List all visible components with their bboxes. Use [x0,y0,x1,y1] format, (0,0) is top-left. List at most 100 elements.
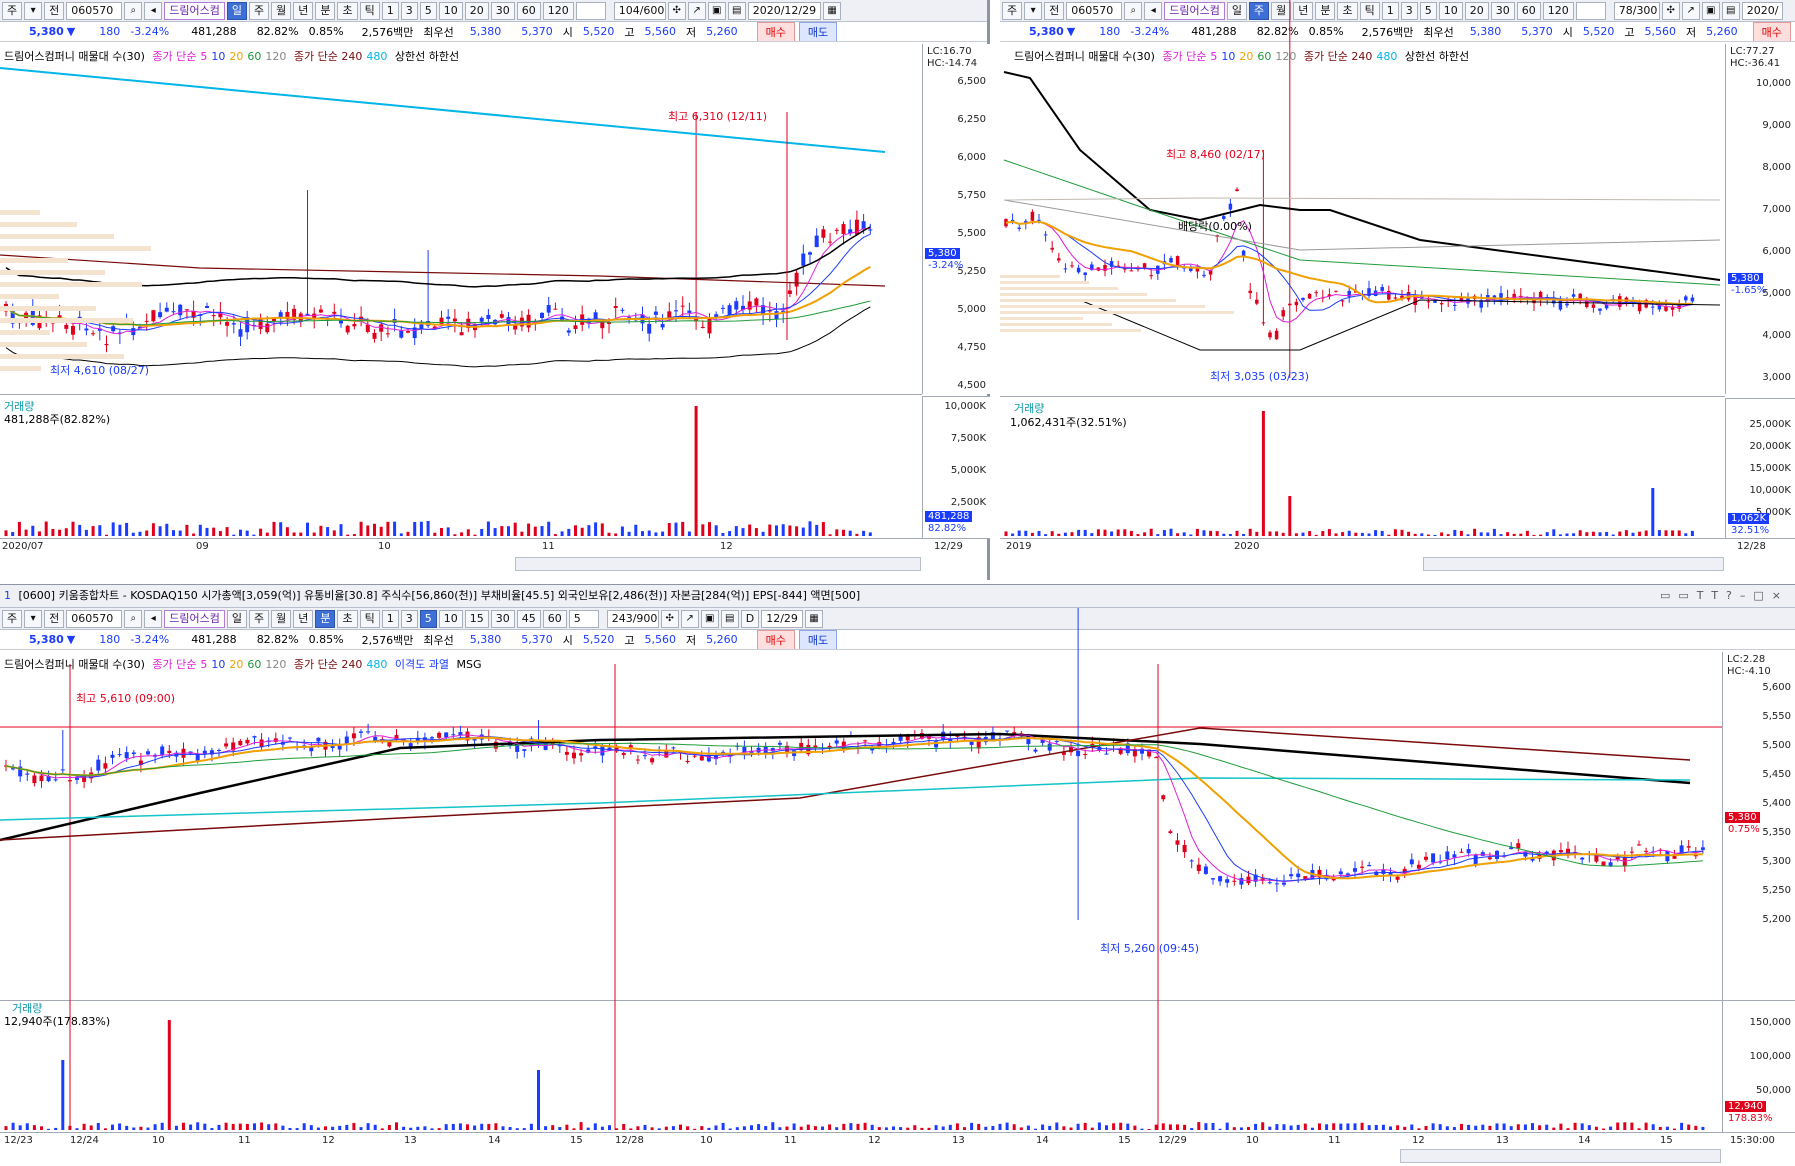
volume-bar [265,532,269,536]
volume-bar [771,1122,775,1130]
volume-bar [1097,1122,1101,1130]
volume-bar [413,521,417,536]
candle-body [1047,743,1052,751]
lc-value: LC:2.28 [1727,654,1766,665]
candle-body [1565,303,1569,306]
candle-body [1314,292,1318,294]
volume-bar [734,526,738,536]
y-tick: 3,000 [1762,372,1791,383]
volume-bar [984,1126,988,1130]
legend-ma120: 120 [265,50,287,63]
volume-bar [1591,531,1595,536]
x-label: 13 [404,1135,417,1146]
minute-candle-chart[interactable] [0,608,1722,1166]
candle-body [1070,265,1074,267]
x-label: 10 [700,1135,713,1146]
candle-body [821,229,826,238]
candle-body [32,775,37,784]
volume-bar [309,1125,313,1130]
volume-bar [813,1126,817,1130]
candle-body [834,229,839,231]
x-label: 12/28 [615,1135,644,1146]
y-tick: 10,000 [1756,78,1791,89]
legend-ma240: 종가 단순 240 [293,658,363,671]
volume-bar [1314,534,1318,536]
candle-body [1281,310,1285,317]
volume-bar [1403,1126,1407,1130]
volume-bar [1232,1127,1236,1130]
volume-bar [487,1123,491,1130]
volume-bar [828,534,832,536]
legend-ma240: 종가 단순 240 [293,50,363,63]
volume-bar [742,1126,746,1130]
candle-body [345,325,350,333]
candle-body [1218,876,1223,882]
volume-bar [192,533,196,536]
volume-bar [1690,530,1694,536]
legend-ma240: 종가 단순 240 [1303,50,1373,63]
candle-body [332,311,337,314]
volume-bar [1486,532,1490,536]
candle-body [499,314,504,318]
x-label: 14 [488,1135,501,1146]
volume-bar [500,526,504,536]
volume-bar [1123,529,1127,536]
minute-scrollbar[interactable] [1400,1149,1721,1163]
volume-bar [1664,530,1668,536]
volume-bar [167,1020,171,1130]
candle-body [1571,294,1576,297]
daily-scrollbar[interactable] [515,557,921,571]
legend-ma10: 10 [211,658,226,671]
daily-candle-chart[interactable] [0,0,922,580]
volume-bar [580,527,584,536]
volume-bar [768,524,772,536]
volume-bar [792,1123,796,1130]
volume-bar [1658,1127,1662,1130]
candle-body [1700,847,1705,850]
volume-bar [326,527,330,536]
volume-bar [1077,529,1081,536]
candle-body [1296,873,1301,878]
volume-bar [1325,1124,1329,1130]
date-input[interactable]: 2020/ [1741,1,1784,20]
weekly-scrollbar[interactable] [1423,557,1724,571]
volume-bar [419,521,423,536]
y-tick: 5,750 [957,190,986,201]
volume-bar [105,534,108,536]
volume-bar [174,1125,178,1130]
candle-body [553,308,558,310]
y-tick: 5,300 [1762,856,1791,867]
volume-bar [402,1126,406,1130]
volume-bar [870,1124,874,1130]
volume-bar [1566,1128,1570,1130]
volume-bar [1282,1124,1286,1130]
weekly-candle-chart[interactable] [1000,0,1725,580]
volume-bar [160,1122,164,1130]
candle-body [727,305,732,316]
volume-bar [849,1123,853,1130]
candle-body [1267,882,1272,884]
minute-legend: 드림어스컴퍼니 매물대 수(30) 종가 단순 5 10 20 60 120 종가 단순 … [4,656,485,672]
buy-button[interactable]: 매수 [1752,22,1791,41]
candle-body [366,731,371,733]
candle-body [124,752,129,759]
candle-body [1202,274,1206,277]
candle-body [1063,268,1068,270]
window-controls-icon[interactable]: ▭▭TT?–□× [1660,585,1789,607]
volume-bar [1321,531,1325,536]
volume-bar [153,1124,157,1130]
volume-bar [406,531,410,536]
volume-bar [1552,529,1556,536]
low-annotation: 최저 5,260 (09:45) [1100,942,1200,955]
volume-bar [1154,1124,1158,1130]
candle-body [1076,750,1081,757]
volume-bar [1062,1126,1066,1130]
ma60-line [5,742,1703,867]
volume-bar [1176,533,1180,536]
upper-band-line [5,226,871,288]
candle-body [1558,300,1563,310]
candle-body [1690,297,1695,302]
volume-bar [387,1125,391,1130]
candle-body [1196,864,1201,871]
candle-body [1473,854,1478,866]
